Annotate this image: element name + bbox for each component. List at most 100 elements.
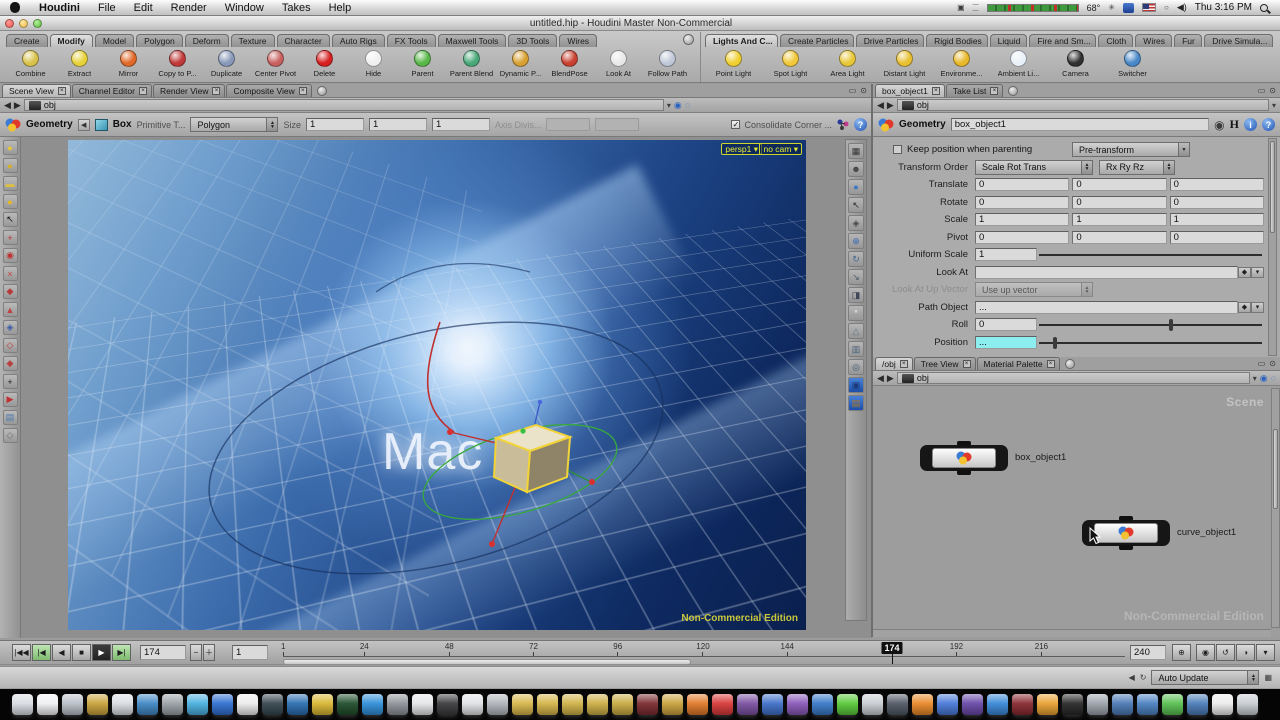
viewport-3d-scene[interactable]: Mac persp1 ▾ no cam ▾ <box>68 140 806 630</box>
pin-target-icon[interactable]: ◉ <box>1214 118 1224 132</box>
start-frame-field[interactable]: 1 <box>232 645 268 660</box>
forward-arrow-icon[interactable]: ▶ <box>887 374 894 383</box>
menu-houdini[interactable]: Houdini <box>30 2 89 14</box>
dock-app-icon[interactable] <box>462 694 483 715</box>
dock-app-icon[interactable] <box>862 694 883 715</box>
bluetooth-icon[interactable] <box>1123 3 1134 13</box>
shelf-tool-button[interactable]: Dynamic P... <box>496 48 545 82</box>
timeline-scrollbar[interactable] <box>283 659 691 665</box>
dock-app-icon[interactable] <box>637 694 658 715</box>
input-language-flag-icon[interactable] <box>1142 3 1156 12</box>
shelf-tool-button[interactable]: Follow Path <box>643 48 692 82</box>
shelf-tab[interactable]: Fire and Sm... <box>1029 34 1096 47</box>
shelf-tool-button[interactable]: BlendPose <box>545 48 594 82</box>
tool-icon[interactable]: ▬ <box>3 176 18 191</box>
handle-dot-green[interactable] <box>520 428 525 433</box>
shelf-tab[interactable]: Modify <box>50 34 93 47</box>
dock-app-icon[interactable] <box>662 694 683 715</box>
dock-app-icon[interactable] <box>62 694 83 715</box>
dock-app-icon[interactable] <box>1162 694 1183 715</box>
sync-icon[interactable]: ◉ <box>674 100 682 111</box>
network-scrollbar[interactable] <box>1271 388 1280 628</box>
pane-splitter[interactable] <box>871 84 873 637</box>
help-icon[interactable]: ? <box>1262 118 1275 131</box>
shelf-tab[interactable]: Deform <box>185 34 229 47</box>
help-icon[interactable]: ? <box>854 118 867 131</box>
shelf-tab[interactable]: Polygon <box>136 34 183 47</box>
update-mode-dropdown[interactable]: Auto Update ▲▼ <box>1151 670 1259 685</box>
look-at-field[interactable] <box>975 266 1238 279</box>
pane-tab-menu-button[interactable] <box>1065 359 1075 369</box>
pre-transform-dropdown[interactable]: Pre-transform▼ <box>1072 142 1190 157</box>
dock-app-icon[interactable] <box>262 694 283 715</box>
translate-y-field[interactable]: 0 <box>1072 178 1166 191</box>
search-icon[interactable]: ◌ <box>1271 373 1276 383</box>
pivot-z-field[interactable]: 0 <box>1170 231 1264 244</box>
view-control-icon[interactable]: ↖ <box>848 197 864 213</box>
node-graph-icon[interactable] <box>836 118 850 132</box>
node-body[interactable] <box>932 448 996 468</box>
dock-app-icon[interactable] <box>1137 694 1158 715</box>
dock-app-icon[interactable] <box>1087 694 1108 715</box>
menubar-clock[interactable]: Thu 3:16 PM <box>1195 2 1252 13</box>
tool-icon[interactable]: ▶ <box>3 392 18 407</box>
shelf-tab[interactable]: 3D Tools <box>508 34 557 47</box>
pane-maximize-icon[interactable]: ▭ <box>849 86 857 95</box>
tool-icon[interactable]: ◉ <box>3 248 18 263</box>
node-input-connector[interactable] <box>1119 516 1133 521</box>
size-y-field[interactable]: 1 <box>369 118 427 131</box>
volume-icon[interactable]: ◀) <box>1177 2 1187 13</box>
pane-tab[interactable]: Channel Editor × <box>72 84 152 97</box>
tool-icon[interactable]: ▲ <box>3 302 18 317</box>
pivot-y-field[interactable]: 0 <box>1072 231 1166 244</box>
menu-item[interactable]: Help <box>320 2 361 14</box>
scale-y-field[interactable]: 1 <box>1072 213 1166 226</box>
network-editor[interactable]: Scene box_object1 <box>873 387 1280 637</box>
shelf-tab[interactable]: Cloth <box>1098 34 1133 47</box>
path-object-field[interactable]: ... <box>975 301 1238 314</box>
shelf-tool-button[interactable]: Delete <box>300 48 349 82</box>
view-control-icon[interactable]: ☻ <box>848 161 864 177</box>
uniform-scale-slider[interactable] <box>1037 248 1264 261</box>
end-frame-field[interactable]: 240 <box>1130 645 1166 660</box>
translate-x-field[interactable]: 0 <box>975 178 1069 191</box>
pane-tab[interactable]: Render View × <box>153 84 226 97</box>
dock-app-icon[interactable] <box>837 694 858 715</box>
xform-order-dropdown[interactable]: Scale Rot Trans▲▼ <box>975 160 1093 175</box>
go-end-button[interactable]: ▶| <box>112 644 131 661</box>
dock-app-icon[interactable] <box>937 694 958 715</box>
shelf-tab[interactable]: Lights And C... <box>705 34 778 47</box>
shelf-tool-button[interactable]: Extract <box>55 48 104 82</box>
timeline-ruler[interactable]: 124487296120144192216 <box>283 643 1125 657</box>
dock-app-icon[interactable] <box>1187 694 1208 715</box>
stop-button[interactable]: ■ <box>72 644 91 661</box>
forward-arrow-icon[interactable]: ▶ <box>887 101 894 110</box>
view-control-icon[interactable]: * <box>848 305 864 321</box>
play-reverse-button[interactable]: |◀ <box>32 644 51 661</box>
dock-app-icon[interactable] <box>137 694 158 715</box>
pane-tab[interactable]: Scene View × <box>2 84 71 97</box>
dock-app-icon[interactable] <box>762 694 783 715</box>
shelf-tab[interactable]: Create Particles <box>780 34 854 47</box>
rotate-x-field[interactable]: 0 <box>975 196 1069 209</box>
viewport-camera-menu[interactable]: persp1 ▾ <box>721 143 762 155</box>
shelf-tool-button[interactable]: Distant Light <box>876 48 933 82</box>
close-tab-icon[interactable]: × <box>139 87 147 95</box>
node-output-connector[interactable] <box>1119 545 1133 550</box>
uniform-scale-field[interactable]: 1 <box>975 248 1037 261</box>
dock-app-icon[interactable] <box>12 694 33 715</box>
shelf-tab[interactable]: Create <box>6 34 48 47</box>
dock-app-icon[interactable] <box>887 694 908 715</box>
network-horizontal-scrollbar[interactable] <box>873 629 1271 637</box>
memory-monitor-icon[interactable]: ▦ <box>1264 673 1272 682</box>
temperature-label[interactable]: 68° <box>1087 3 1101 13</box>
shelf-tool-button[interactable]: Environme... <box>933 48 990 82</box>
shelf-tab[interactable]: Wires <box>1135 34 1172 47</box>
shelf-tab[interactable]: Maxwell Tools <box>438 34 507 47</box>
dock-app-icon[interactable] <box>712 694 733 715</box>
node-input-connector[interactable] <box>957 441 971 446</box>
translate-z-field[interactable]: 0 <box>1170 178 1264 191</box>
view-control-icon[interactable]: ● <box>848 179 864 195</box>
forward-arrow-icon[interactable]: ▶ <box>14 101 21 110</box>
dock-app-icon[interactable] <box>812 694 833 715</box>
